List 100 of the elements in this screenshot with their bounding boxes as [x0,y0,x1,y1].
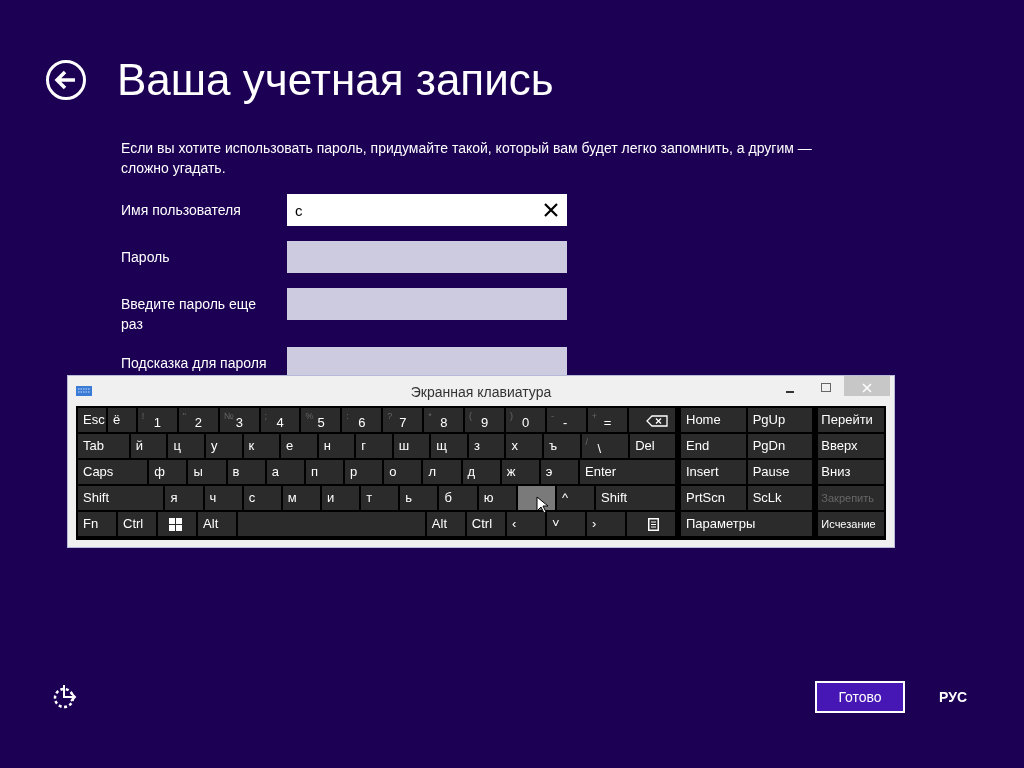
keyboard-key[interactable]: Insert [681,460,746,484]
keyboard-key[interactable] [627,512,675,536]
maximize-icon [821,383,831,394]
keyboard-key[interactable]: д [462,460,500,484]
keyboard-key[interactable]: Вниз [818,460,884,484]
done-button[interactable]: Готово [815,681,905,713]
keyboard-key[interactable]: Ctrl [466,512,505,536]
keyboard-key[interactable] [158,512,197,536]
keyboard-key[interactable]: ш [393,434,430,458]
windows-icon [169,518,183,532]
keyboard-key[interactable]: / \ [581,434,629,458]
keyboard-key[interactable]: в [227,460,265,484]
keyboard-key[interactable]: п [305,460,344,484]
close-icon [862,383,872,394]
keyboard-key[interactable]: ; 4 [260,408,300,432]
keyboard-key[interactable]: щ [431,434,467,458]
keyboard-key[interactable]: л [423,460,461,484]
field-label: Имя пользователя [121,201,242,220]
keyboard-key[interactable]: ы [188,460,226,484]
field-label: Подсказка для пароля [121,354,268,373]
language-indicator[interactable]: РУС [939,686,967,708]
keyboard-key[interactable]: Tab [78,434,129,458]
keyboard-key[interactable]: й [130,434,167,458]
keyboard-key[interactable]: а [266,460,304,484]
keyboard-key[interactable]: Fn [78,512,117,536]
keyboard-key[interactable]: Enter [580,460,676,484]
keyboard-key[interactable]: * 8 [424,408,464,432]
keyboard-key[interactable]: н [318,434,355,458]
input-field[interactable] [287,288,567,320]
keyboard-key[interactable]: Shift [78,486,164,510]
keyboard-key[interactable]: к [243,434,280,458]
keyboard-key[interactable]: ч [204,486,242,510]
keyboard-key[interactable]: т [361,486,399,510]
keyboard-key[interactable]: Del [630,434,675,458]
field-label: Пароль [121,248,171,267]
keyboard-key[interactable]: PgUp [747,408,813,432]
keyboard-key[interactable]: : 6 [342,408,382,432]
menu-key-icon [648,518,659,532]
window-title: Экранная клавиатура [410,383,552,402]
keyboard-key[interactable]: Вверх [818,434,884,458]
keyboard-key[interactable]: % 5 [301,408,341,432]
keyboard-key[interactable]: и [322,486,360,510]
keyboard-key[interactable]: End [681,434,746,458]
keyboard-key[interactable]: е [281,434,317,458]
keyboard-key[interactable]: ScLk [747,486,813,510]
field-label: Введите пароль еще раз [121,295,257,334]
keyboard-key[interactable]: р [345,460,383,484]
keyboard-key[interactable]: ь [400,486,438,510]
keyboard-key[interactable]: ‹ [506,512,545,536]
input-field[interactable]: с [287,194,567,226]
accessibility-icon[interactable] [52,684,78,710]
keyboard-key[interactable]: о [384,460,422,484]
keyboard-key[interactable]: ( 9 [465,408,504,432]
keyboard-key[interactable]: г [356,434,392,458]
keyboard-key[interactable]: ^ [556,486,595,510]
keyboard-key[interactable]: › [586,512,625,536]
backspace-icon [645,414,668,427]
keyboard-key[interactable]: PgDn [747,434,813,458]
keyboard-key[interactable]: ю [478,486,516,510]
keyboard-key[interactable]: Esc [78,408,106,432]
keyboard-key[interactable]: - - [546,408,586,432]
keyboard-key[interactable]: Home [681,408,746,432]
keyboard-key[interactable]: Перейти [818,408,884,432]
keyboard-key[interactable]: Shift [596,486,676,510]
keyboard-key[interactable] [628,408,675,432]
keyboard-key[interactable]: Исчезание [818,512,884,536]
keyboard-key[interactable]: ф [149,460,187,484]
keyboard-key[interactable]: з [468,434,505,458]
clear-icon[interactable] [544,203,558,217]
keyboard-key[interactable]: Alt [426,512,465,536]
keyboard-key[interactable]: № 3 [219,408,259,432]
keyboard-key[interactable]: ˅ [546,512,585,536]
keyboard-key[interactable]: х [506,434,543,458]
keyboard-key[interactable]: PrtScn [681,486,746,510]
keyboard-key[interactable]: Параметры [681,512,813,536]
keyboard-key[interactable]: " 2 [178,408,218,432]
keyboard-key[interactable]: м [282,486,320,510]
keyboard-key[interactable] [517,486,555,510]
keyboard-key[interactable]: я [165,486,203,510]
minimize-icon [786,391,794,394]
keyboard-key[interactable]: Alt [198,512,237,536]
keyboard-key[interactable]: ж [501,460,539,484]
keyboard-key[interactable]: ё [107,408,136,432]
keyboard-key[interactable]: ъ [544,434,580,458]
input-field[interactable] [287,241,567,273]
intro-text: Если вы хотите использовать пароль, придумайте такой, который вам будет легко запомнить, а другим — сложно угадать. [121,139,813,178]
keyboard-key[interactable]: ц [168,434,204,458]
keyboard-key[interactable]: с [243,486,281,510]
keyboard-key[interactable]: ! 1 [137,408,177,432]
keyboard-key[interactable]: б [439,486,477,510]
keyboard-key[interactable]: у [206,434,242,458]
keyboard-key[interactable]: ? 7 [383,408,423,432]
keyboard-key[interactable]: Caps [78,460,148,484]
keyboard-key[interactable]: Pause [747,460,813,484]
back-icon[interactable] [45,59,87,101]
keyboard-key[interactable]: Ctrl [118,512,157,536]
page-title: Ваша учетная запись [117,54,554,106]
keyboard-key[interactable]: ) 0 [505,408,545,432]
keyboard-key[interactable]: э [540,460,578,484]
keyboard-key[interactable]: + = [587,408,627,432]
